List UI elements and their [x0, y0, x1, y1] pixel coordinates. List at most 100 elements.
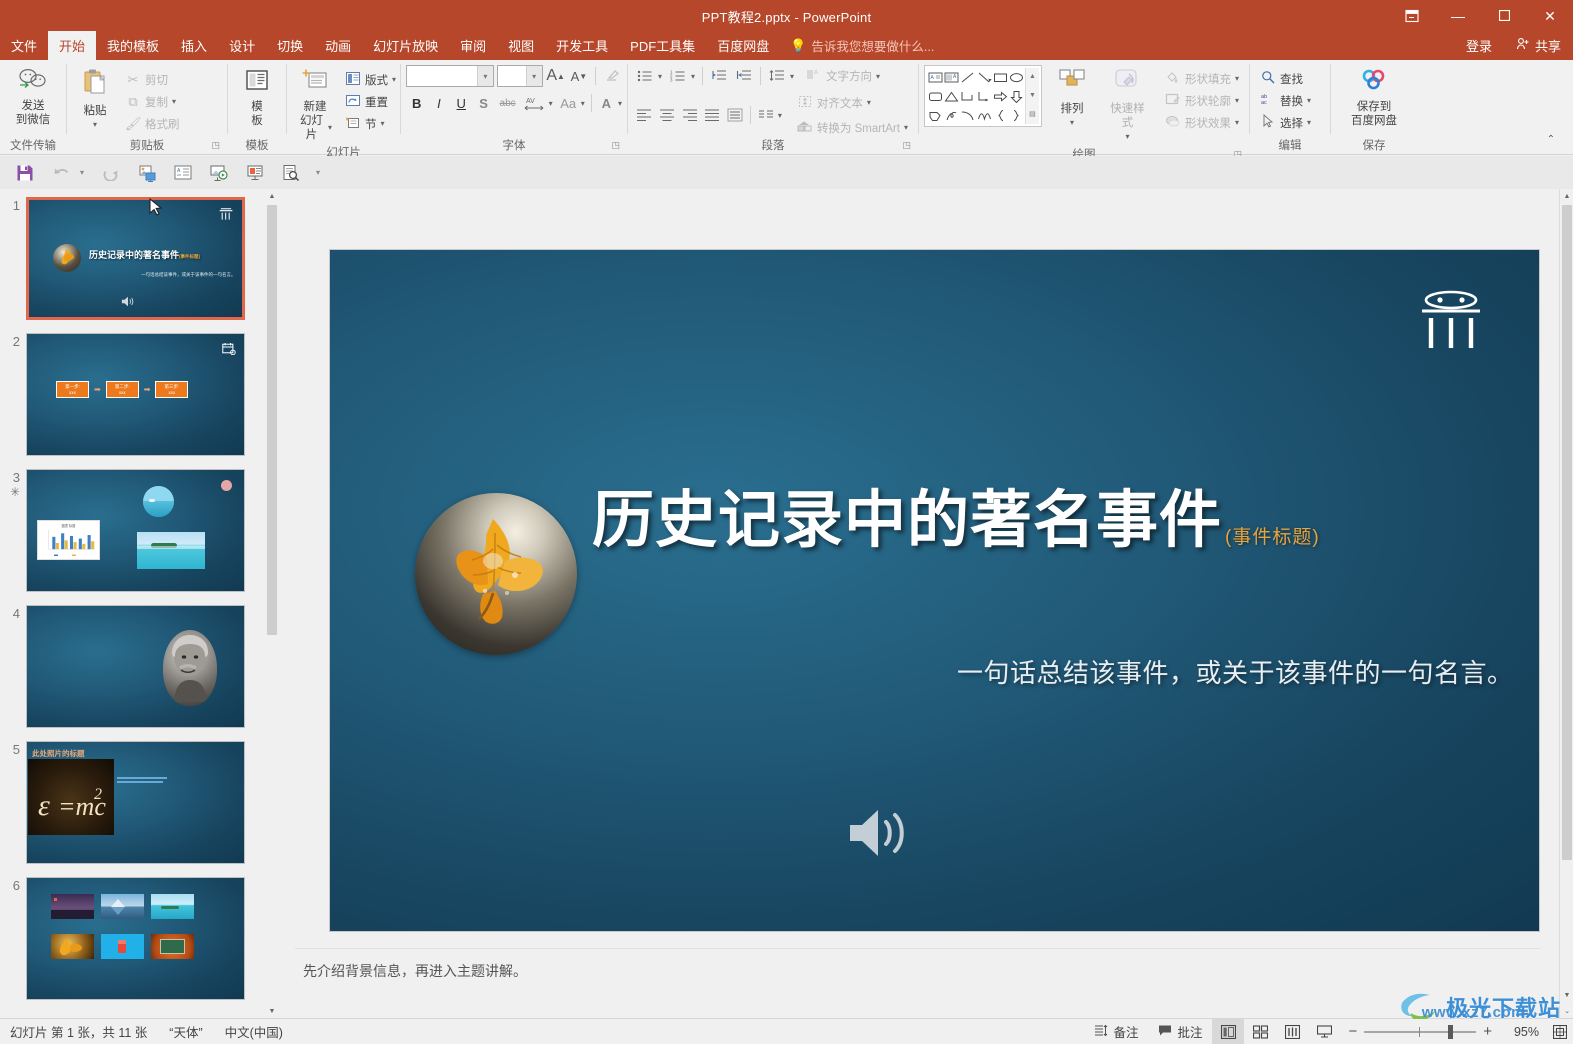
character-spacing-button[interactable]: AV [521, 92, 548, 114]
thumbnail-slide-3[interactable]: 图表 标题 [26, 469, 245, 592]
undo-dropdown-icon[interactable]: ▾ [80, 168, 92, 177]
next-slide-icon[interactable]: ⌄ [1560, 1004, 1573, 1018]
bold-button[interactable]: B [406, 92, 427, 114]
print-preview-icon[interactable] [274, 159, 308, 186]
normal-view-button[interactable] [1212, 1018, 1245, 1044]
notes-splitter[interactable] [295, 944, 1540, 947]
reset-button[interactable]: 重置 [340, 91, 401, 112]
thumbnail-slide-4[interactable] [26, 605, 245, 728]
chevron-down-icon[interactable]: ▾ [1307, 96, 1311, 105]
shape-scribble-icon[interactable] [943, 106, 959, 125]
slideshow-icon[interactable] [202, 159, 236, 186]
shape-arc-icon[interactable] [960, 106, 976, 125]
shape-outline-button[interactable]: 形状轮廓 ▾ [1160, 90, 1244, 111]
ribbon-display-options-icon[interactable] [1389, 0, 1435, 31]
new-slide-button[interactable]: 新建 幻灯片 ▾ [292, 65, 338, 145]
decrease-font-size-button[interactable]: A ▼ [569, 65, 589, 87]
thumbnail-item-5[interactable]: 5 此处照片的标题 ε =mc 2 [0, 728, 265, 864]
present-icon[interactable] [130, 159, 164, 186]
tab-pdf-tools[interactable]: PDF工具集 [619, 31, 706, 60]
shape-right-arrow-icon[interactable] [992, 87, 1008, 106]
chevron-down-icon[interactable]: ▾ [1235, 118, 1239, 127]
thumbnail-item-2[interactable]: 2 第一步: xxx ➡ 第二步: xxx ➡ 第三步: xxx [0, 320, 265, 456]
custom-show-icon[interactable] [238, 159, 272, 186]
chevron-down-icon[interactable]: ▾ [392, 75, 396, 84]
chevron-down-icon[interactable]: ▾ [476, 66, 493, 86]
chevron-down-icon[interactable]: ▾ [1070, 116, 1074, 130]
format-painter-button[interactable]: 🖌 格式刷 [120, 113, 185, 134]
shape-elbow-arrow-icon[interactable] [976, 87, 992, 106]
slideshow-view-button[interactable] [1308, 1019, 1340, 1044]
strikethrough-button[interactable]: abc [495, 92, 520, 114]
align-right-button[interactable] [679, 104, 701, 126]
line-spacing-button[interactable] [765, 65, 789, 87]
zoom-level-label[interactable]: 95% [1499, 1025, 1539, 1039]
layout-button[interactable]: 版式 ▾ [340, 69, 401, 90]
thumbnail-slide-5[interactable]: 此处照片的标题 ε =mc 2 [26, 741, 245, 864]
slide-stage-scrollbar[interactable]: ▲ ▼ ⌄ [1559, 189, 1573, 1018]
numbering-button[interactable]: 123 [666, 65, 690, 87]
save-icon[interactable] [8, 159, 42, 186]
change-case-button[interactable]: Aa [557, 92, 580, 114]
justify-button[interactable] [701, 104, 723, 126]
shape-effects-button[interactable]: 形状效果 ▾ [1160, 112, 1244, 133]
notes-pane[interactable]: 先介绍背景信息，再进入主题讲解。 [295, 948, 1540, 1004]
chevron-down-icon[interactable]: ▾ [618, 99, 622, 108]
slide-sorter-view-button[interactable] [1244, 1019, 1276, 1044]
thumbnail-item-3[interactable]: 3 ✳ 图表 标题 [0, 456, 265, 592]
redo-icon[interactable] [94, 159, 128, 186]
select-button[interactable]: 选择 ▾ [1255, 112, 1316, 133]
shape-vertical-textbox-icon[interactable]: A [943, 68, 959, 87]
scroll-down-icon[interactable]: ▼ [265, 1004, 279, 1018]
shape-oval-icon[interactable] [1009, 68, 1025, 87]
font-size-combo[interactable]: ▾ [496, 65, 543, 87]
distribute-button[interactable] [724, 104, 746, 126]
find-button[interactable]: 查找 [1255, 68, 1316, 89]
scroll-down-icon[interactable]: ▼ [1560, 988, 1573, 1002]
chevron-down-icon[interactable]: ▾ [876, 72, 880, 81]
shape-textbox-icon[interactable]: A [927, 68, 943, 87]
chevron-down-icon[interactable]: ▾ [867, 98, 871, 107]
scrollbar-thumb[interactable] [1562, 205, 1572, 860]
template-button[interactable]: 模 板 [234, 65, 280, 131]
chevron-down-icon[interactable]: ▾ [1125, 130, 1129, 144]
tab-insert[interactable]: 插入 [170, 31, 218, 60]
align-text-button[interactable]: 对齐文本 ▾ [792, 92, 913, 113]
thumbnail-panel-scrollbar[interactable]: ▲ ▼ [265, 189, 279, 1018]
shape-rectangle-icon[interactable] [992, 68, 1008, 87]
chevron-down-icon[interactable]: ▾ [790, 72, 794, 81]
shapes-more-icon[interactable]: ▤ [1026, 106, 1039, 124]
chevron-down-icon[interactable]: ▾ [549, 99, 553, 108]
increase-font-size-button[interactable]: A ▲ [546, 65, 566, 87]
shape-down-arrow-icon[interactable] [1009, 87, 1025, 106]
comments-button[interactable]: 批注 [1148, 1019, 1212, 1044]
scroll-down-icon[interactable]: ▼ [1026, 87, 1039, 105]
share-button[interactable]: 共享 [1504, 31, 1573, 60]
slide-title[interactable]: 历史记录中的著名事件 (事件标题) [592, 490, 1320, 552]
notes-button[interactable]: 备注 [1084, 1019, 1148, 1044]
tell-me-search[interactable]: 💡 告诉我您想要做什么... [780, 31, 944, 60]
scroll-up-icon[interactable]: ▲ [1026, 68, 1039, 86]
shape-elbow-connector-icon[interactable] [960, 87, 976, 106]
chevron-down-icon[interactable]: ▾ [581, 99, 585, 108]
underline-button[interactable]: U [451, 92, 472, 114]
zoom-control[interactable]: − + 95% [1340, 1023, 1547, 1040]
align-left-button[interactable] [633, 104, 655, 126]
shape-freeform-icon[interactable] [927, 106, 943, 125]
increase-indent-button[interactable] [732, 65, 756, 87]
slide-thumbnail-panel[interactable]: 1 历史记录中的著名事件(事件标题) 一句话总结该事件，或关于该事件的一句名言。… [0, 189, 265, 1018]
align-center-button[interactable] [656, 104, 678, 126]
tab-review[interactable]: 审阅 [449, 31, 497, 60]
clear-formatting-button[interactable] [602, 65, 622, 87]
chevron-down-icon[interactable]: ▾ [93, 118, 97, 132]
close-button[interactable]: ✕ [1527, 0, 1573, 31]
chevron-down-icon[interactable]: ▾ [658, 72, 662, 81]
tab-design[interactable]: 设计 [218, 31, 266, 60]
text-direction-button[interactable]: A 文字方向 ▾ [801, 66, 885, 87]
cut-button[interactable]: ✂ 剪切 [120, 69, 185, 90]
tab-developer[interactable]: 开发工具 [545, 31, 619, 60]
collapse-ribbon-button[interactable]: ⌃ [1539, 128, 1563, 150]
shape-curve-icon[interactable] [976, 106, 992, 125]
clipboard-dialog-launcher[interactable]: ◳ [211, 137, 220, 153]
zoom-in-button[interactable]: + [1483, 1023, 1492, 1040]
